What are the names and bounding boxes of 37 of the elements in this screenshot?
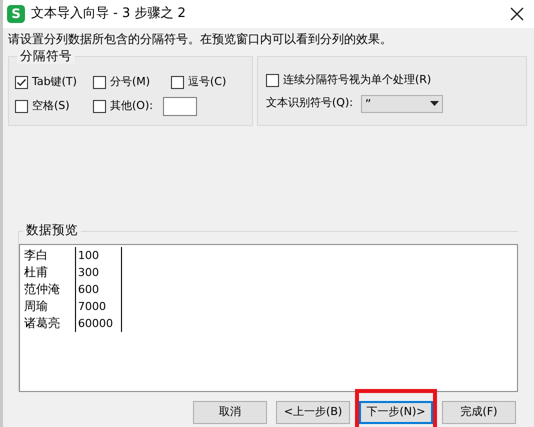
app-logo: S — [7, 5, 25, 23]
table-cell: 范仲淹 — [24, 281, 76, 298]
table-cell: 杜甫 — [24, 264, 76, 281]
checkbox[interactable] — [15, 76, 28, 88]
checkbox[interactable] — [93, 76, 106, 88]
group-label: 数据预览 — [23, 222, 81, 238]
checkbox-label[interactable]: 连续分隔符号视为单个处理(R) — [283, 72, 432, 88]
table-cell: 100 — [76, 247, 122, 264]
dropdown-arrow-icon — [430, 101, 439, 106]
table-cell: 诸葛亮 — [24, 315, 76, 332]
checkbox[interactable] — [171, 76, 184, 88]
table-cell: 周瑜 — [24, 298, 76, 315]
qualifier-dropdown[interactable]: ” — [360, 94, 443, 112]
dropdown-value: ” — [364, 96, 372, 112]
window-title: 文本导入向导 - 3 步骤之 2 — [31, 5, 186, 24]
checkbox[interactable] — [266, 74, 279, 87]
checkbox-label[interactable]: 分号(M) — [110, 74, 150, 90]
dialog-button[interactable]: 下一步(N)> — [359, 401, 433, 424]
instruction-text: 请设置分列数据所包含的分隔符号。在预览窗口内可以看到分列的效果。 — [8, 31, 393, 47]
close-icon[interactable] — [510, 7, 524, 21]
table-cell: 300 — [76, 264, 122, 281]
dialog-button[interactable]: 完成(F) — [442, 401, 516, 424]
table-cell: 李白 — [24, 247, 76, 264]
checkbox-label[interactable]: 其他(O): — [110, 98, 153, 114]
checkbox[interactable] — [93, 100, 106, 112]
table-cell: 60000 — [76, 315, 122, 332]
checkbox[interactable] — [15, 100, 28, 112]
group-label: 分隔符号 — [17, 48, 75, 64]
checkbox-label[interactable]: 空格(S) — [32, 98, 70, 114]
checkbox-label[interactable]: Tab键(T) — [32, 74, 77, 90]
table-cell: 7000 — [76, 298, 122, 315]
checkbox-label[interactable]: 逗号(C) — [188, 74, 226, 90]
dialog-button[interactable]: 取消 — [193, 401, 267, 424]
field-label: 文本识别符号(Q): — [266, 95, 353, 112]
dialog-button[interactable]: <上一步(B) — [276, 401, 350, 424]
input-field[interactable] — [162, 96, 197, 116]
table-cell: 600 — [76, 281, 122, 298]
